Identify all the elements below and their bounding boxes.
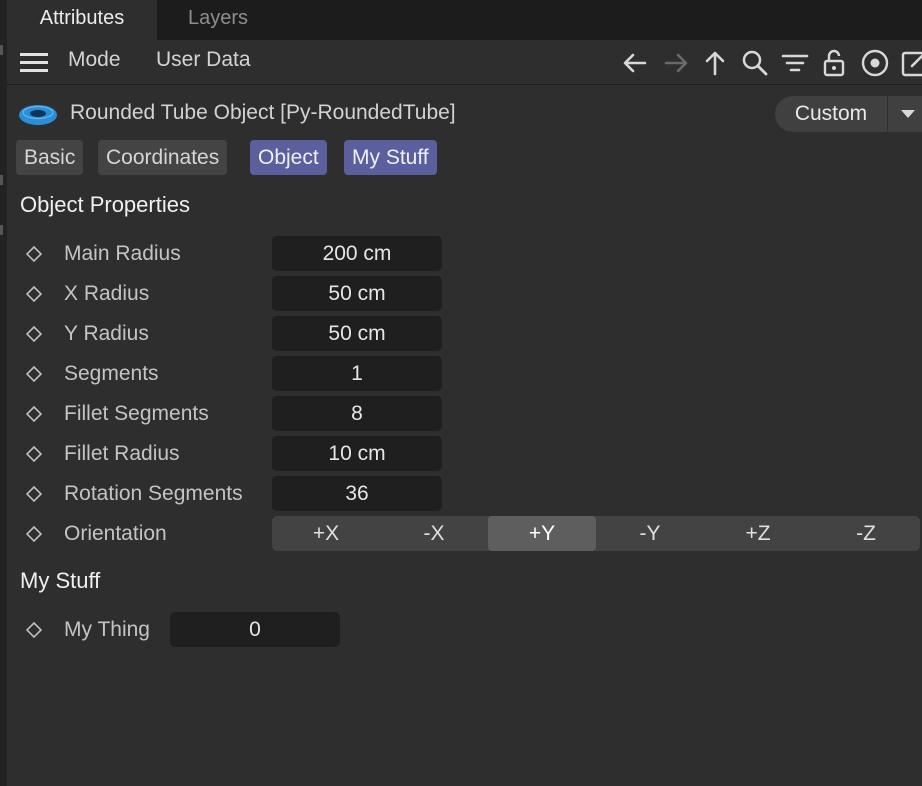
param-label: Rotation Segments <box>64 482 243 505</box>
keyframe-diamond-icon[interactable] <box>25 325 43 343</box>
torus-icon <box>17 102 59 128</box>
keyframe-diamond-icon[interactable] <box>25 445 43 463</box>
section-tab-my-stuff[interactable]: My Stuff <box>344 140 437 175</box>
target-icon[interactable] <box>860 48 890 78</box>
preset-button[interactable]: Custom <box>775 96 887 132</box>
param-label: My Thing <box>64 618 150 641</box>
edge-marker <box>0 45 3 55</box>
lock-icon[interactable] <box>819 48 849 78</box>
tab-layers[interactable]: Layers <box>157 0 279 40</box>
preset-dropdown[interactable] <box>888 96 922 132</box>
param-label: Orientation <box>64 522 167 545</box>
chevron-down-icon <box>901 110 915 118</box>
param-label: Fillet Segments <box>64 402 209 425</box>
toolbar: Mode User Data <box>7 40 922 85</box>
section-tab-basic[interactable]: Basic <box>16 140 84 175</box>
segments-field[interactable]: 1 <box>272 356 442 391</box>
param-row-orientation: Orientation +X -X +Y -Y +Z -Z <box>7 514 922 554</box>
param-label: Segments <box>64 362 159 385</box>
arrow-left-icon[interactable] <box>620 48 650 78</box>
arrow-up-icon[interactable] <box>700 48 730 78</box>
param-label: Y Radius <box>64 322 149 345</box>
my-thing-field[interactable]: 0 <box>170 612 340 647</box>
tab-attributes[interactable]: Attributes <box>7 0 157 40</box>
param-row-my-thing: My Thing 0 <box>7 610 922 650</box>
param-row-segments: Segments 1 <box>7 354 922 394</box>
keyframe-diamond-icon[interactable] <box>25 405 43 423</box>
main-radius-field[interactable]: 200 cm <box>272 236 442 271</box>
y-radius-field[interactable]: 50 cm <box>272 316 442 351</box>
orientation-option[interactable]: -X <box>380 516 488 551</box>
edit-icon[interactable] <box>900 48 922 78</box>
object-title: Rounded Tube Object [Py-RoundedTube] <box>70 101 456 124</box>
x-radius-field[interactable]: 50 cm <box>272 276 442 311</box>
panel-edge <box>0 0 7 786</box>
fillet-segments-field[interactable]: 8 <box>272 396 442 431</box>
menu-mode[interactable]: Mode <box>68 48 121 72</box>
param-row-y-radius: Y Radius 50 cm <box>7 314 922 354</box>
fillet-radius-field[interactable]: 10 cm <box>272 436 442 471</box>
param-row-rotation-segments: Rotation Segments 36 <box>7 474 922 514</box>
edge-marker <box>0 225 3 235</box>
param-label: Main Radius <box>64 242 181 265</box>
rotation-segments-field[interactable]: 36 <box>272 476 442 511</box>
keyframe-diamond-icon[interactable] <box>25 525 43 543</box>
orientation-option[interactable]: -Z <box>812 516 920 551</box>
orientation-segmented-control: +X -X +Y -Y +Z -Z <box>272 516 920 551</box>
orientation-option[interactable]: +Z <box>704 516 812 551</box>
orientation-option[interactable]: -Y <box>596 516 704 551</box>
menu-user-data[interactable]: User Data <box>156 48 251 72</box>
section-tab-coordinates[interactable]: Coordinates <box>98 140 228 175</box>
tab-bar: Attributes Layers <box>7 0 922 40</box>
param-label: Fillet Radius <box>64 442 180 465</box>
param-label: X Radius <box>64 282 150 305</box>
orientation-option-selected[interactable]: +Y <box>488 516 596 551</box>
keyframe-diamond-icon[interactable] <box>25 285 43 303</box>
param-row-fillet-segments: Fillet Segments 8 <box>7 394 922 434</box>
filter-icon[interactable] <box>780 48 810 78</box>
keyframe-diamond-icon[interactable] <box>25 485 43 503</box>
param-row-main-radius: Main Radius 200 cm <box>7 234 922 274</box>
keyframe-diamond-icon[interactable] <box>25 245 43 263</box>
group-title-my-stuff: My Stuff <box>20 568 101 593</box>
param-row-fillet-radius: Fillet Radius 10 cm <box>7 434 922 474</box>
search-icon[interactable] <box>740 48 770 78</box>
section-tab-object[interactable]: Object <box>250 140 327 175</box>
param-row-x-radius: X Radius 50 cm <box>7 274 922 314</box>
object-header: Rounded Tube Object [Py-RoundedTube] Cus… <box>7 86 922 138</box>
edge-marker <box>0 175 3 185</box>
hamburger-menu-icon[interactable] <box>20 53 48 73</box>
group-title-object-properties: Object Properties <box>20 192 190 217</box>
arrow-right-icon[interactable] <box>661 48 691 78</box>
keyframe-diamond-icon[interactable] <box>25 621 43 639</box>
keyframe-diamond-icon[interactable] <box>25 365 43 383</box>
orientation-option[interactable]: +X <box>272 516 380 551</box>
